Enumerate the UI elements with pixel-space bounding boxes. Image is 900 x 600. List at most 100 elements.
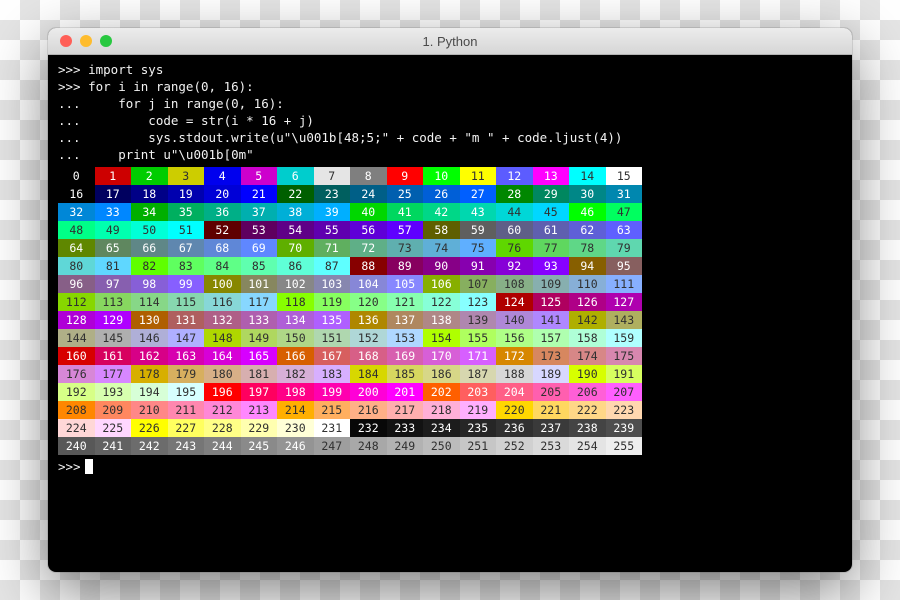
color-cell: 191 xyxy=(606,365,643,383)
color-cell: 143 xyxy=(606,311,643,329)
color-cell: 100 xyxy=(204,275,241,293)
code-line: >>> import sys xyxy=(58,61,842,78)
color-cell: 146 xyxy=(131,329,168,347)
color-cell: 132 xyxy=(204,311,241,329)
color-cell: 157 xyxy=(533,329,570,347)
color-cell: 218 xyxy=(423,401,460,419)
color-cell: 193 xyxy=(95,383,132,401)
color-cell: 162 xyxy=(131,347,168,365)
color-cell: 208 xyxy=(58,401,95,419)
color-cell: 99 xyxy=(168,275,205,293)
color-cell: 45 xyxy=(533,203,570,221)
titlebar[interactable]: 1. Python xyxy=(48,28,852,55)
color-cell: 164 xyxy=(204,347,241,365)
color-cell: 75 xyxy=(460,239,497,257)
color-cell: 185 xyxy=(387,365,424,383)
color-cell: 213 xyxy=(241,401,278,419)
color-cell: 81 xyxy=(95,257,132,275)
color-cell: 241 xyxy=(95,437,132,455)
color-cell: 22 xyxy=(277,185,314,203)
color-cell: 158 xyxy=(569,329,606,347)
color-cell: 98 xyxy=(131,275,168,293)
color-row: 64656667686970717273747576777879 xyxy=(58,239,842,257)
color-cell: 25 xyxy=(387,185,424,203)
color-cell: 82 xyxy=(131,257,168,275)
color-cell: 147 xyxy=(168,329,205,347)
color-cell: 76 xyxy=(496,239,533,257)
code-line: ... for j in range(0, 16): xyxy=(58,95,842,112)
color-cell: 180 xyxy=(204,365,241,383)
color-cell: 251 xyxy=(460,437,497,455)
color-cell: 55 xyxy=(314,221,351,239)
color-cell: 167 xyxy=(314,347,351,365)
color-cell: 254 xyxy=(569,437,606,455)
color-cell: 6 xyxy=(277,167,314,185)
color-cell: 175 xyxy=(606,347,643,365)
color-cell: 3 xyxy=(168,167,205,185)
color-cell: 227 xyxy=(168,419,205,437)
color-row: 1921931941951961971981992002012022032042… xyxy=(58,383,842,401)
color-cell: 35 xyxy=(168,203,205,221)
color-cell: 68 xyxy=(204,239,241,257)
color-cell: 245 xyxy=(241,437,278,455)
color-cell: 119 xyxy=(314,293,351,311)
color-cell: 199 xyxy=(314,383,351,401)
color-cell: 159 xyxy=(606,329,643,347)
color-cell: 151 xyxy=(314,329,351,347)
color-cell: 207 xyxy=(606,383,643,401)
color-cell: 232 xyxy=(350,419,387,437)
color-cell: 253 xyxy=(533,437,570,455)
color-cell: 84 xyxy=(204,257,241,275)
color-cell: 8 xyxy=(350,167,387,185)
color-cell: 166 xyxy=(277,347,314,365)
color-cell: 62 xyxy=(569,221,606,239)
color-cell: 136 xyxy=(350,311,387,329)
color-cell: 194 xyxy=(131,383,168,401)
close-icon[interactable] xyxy=(60,35,72,47)
zoom-icon[interactable] xyxy=(100,35,112,47)
color-cell: 215 xyxy=(314,401,351,419)
color-cell: 235 xyxy=(460,419,497,437)
color-cell: 46 xyxy=(569,203,606,221)
minimize-icon[interactable] xyxy=(80,35,92,47)
color-cell: 49 xyxy=(95,221,132,239)
color-cell: 16 xyxy=(58,185,95,203)
color-cell: 182 xyxy=(277,365,314,383)
window-title: 1. Python xyxy=(48,34,852,49)
prompt-row[interactable]: >>> xyxy=(58,457,842,475)
color-cell: 225 xyxy=(95,419,132,437)
color-cell: 102 xyxy=(277,275,314,293)
color-cell: 128 xyxy=(58,311,95,329)
color-cell: 0 xyxy=(58,167,95,185)
color-cell: 210 xyxy=(131,401,168,419)
color-cell: 155 xyxy=(460,329,497,347)
color-cell: 247 xyxy=(314,437,351,455)
color-cell: 26 xyxy=(423,185,460,203)
color-row: 48495051525354555657585960616263 xyxy=(58,221,842,239)
color-cell: 181 xyxy=(241,365,278,383)
color-cell: 112 xyxy=(58,293,95,311)
color-cell: 14 xyxy=(569,167,606,185)
color-cell: 212 xyxy=(204,401,241,419)
color-cell: 66 xyxy=(131,239,168,257)
color-cell: 246 xyxy=(277,437,314,455)
color-cell: 168 xyxy=(350,347,387,365)
color-cell: 50 xyxy=(131,221,168,239)
color-cell: 120 xyxy=(350,293,387,311)
color-cell: 152 xyxy=(350,329,387,347)
color-cell: 206 xyxy=(569,383,606,401)
color-cell: 137 xyxy=(387,311,424,329)
color-row: 2242252262272282292302312322332342352362… xyxy=(58,419,842,437)
color-cell: 219 xyxy=(460,401,497,419)
color-cell: 27 xyxy=(460,185,497,203)
color-cell: 177 xyxy=(95,365,132,383)
color-cell: 78 xyxy=(569,239,606,257)
terminal-body[interactable]: >>> import sys>>> for i in range(0, 16):… xyxy=(48,55,852,485)
color-cell: 106 xyxy=(423,275,460,293)
color-cell: 189 xyxy=(533,365,570,383)
color-cell: 184 xyxy=(350,365,387,383)
code-block: >>> import sys>>> for i in range(0, 16):… xyxy=(58,61,842,163)
color-cell: 93 xyxy=(533,257,570,275)
color-cell: 236 xyxy=(496,419,533,437)
color-cell: 72 xyxy=(350,239,387,257)
